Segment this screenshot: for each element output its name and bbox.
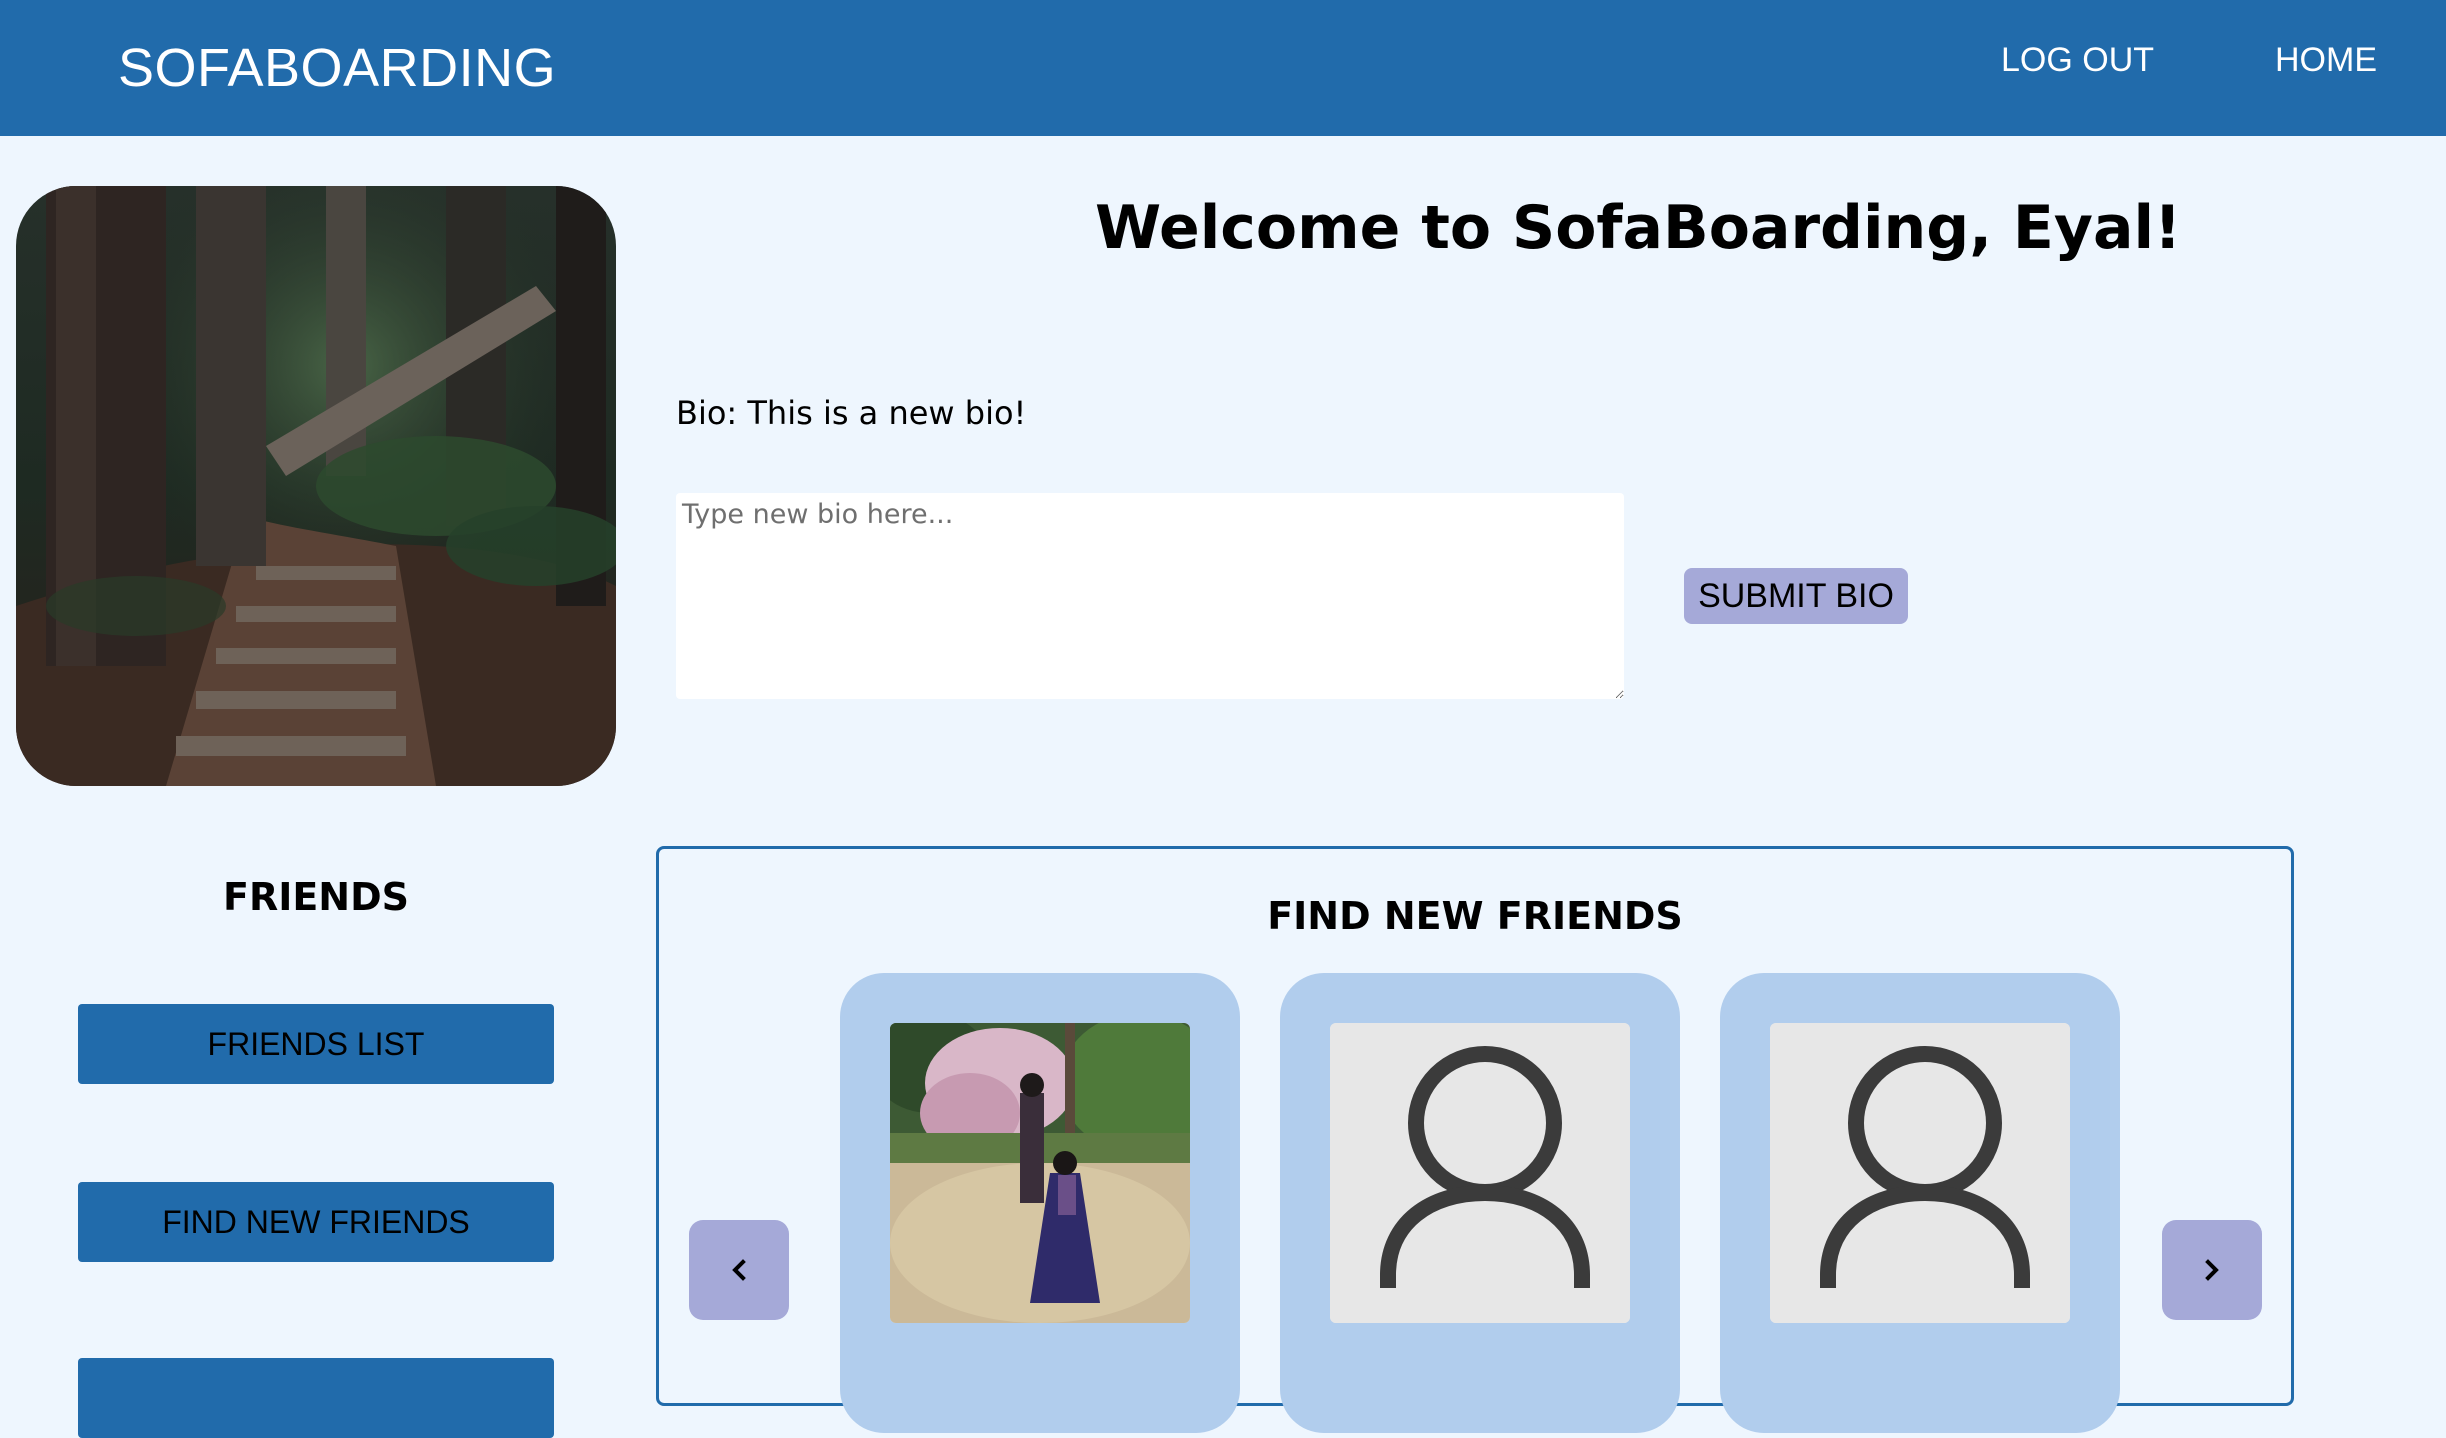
friend-card[interactable]: [1280, 973, 1680, 1433]
carousel-next-button[interactable]: [2162, 1220, 2262, 1320]
default-avatar-icon: [1770, 1023, 2070, 1323]
submit-bio-button[interactable]: SUBMIT BIO: [1684, 568, 1908, 624]
default-avatar-icon: [1330, 1023, 1630, 1323]
profile-picture[interactable]: [16, 186, 616, 786]
friends-list-button[interactable]: FRIENDS LIST: [78, 1004, 554, 1084]
find-new-friends-button[interactable]: FIND NEW FRIENDS: [78, 1182, 554, 1262]
forest-path-photo: [16, 186, 616, 786]
panel-title: FIND NEW FRIENDS: [1267, 894, 1683, 938]
friends-heading: FRIENDS: [222, 875, 410, 919]
friend-photo[interactable]: [1770, 1023, 2070, 1323]
friend-photo[interactable]: [1330, 1023, 1630, 1323]
chevron-left-icon: [732, 1259, 746, 1281]
friend-card[interactable]: [840, 973, 1240, 1433]
find-new-friends-panel: FIND NEW FRIENDS: [656, 846, 2294, 1433]
friend-photo[interactable]: [890, 1023, 1190, 1323]
sidebar-third-button[interactable]: [78, 1358, 554, 1438]
brand-logo[interactable]: SOFABOARDING: [118, 36, 556, 100]
top-navbar: SOFABOARDING LOG OUT HOME: [0, 0, 2446, 136]
bio-input[interactable]: [676, 493, 1624, 699]
friend-card[interactable]: [1720, 973, 2120, 1433]
user-photo: [890, 1023, 1190, 1323]
welcome-heading: Welcome to SofaBoarding, Eyal!: [1095, 193, 2182, 263]
home-link[interactable]: HOME: [2275, 40, 2377, 80]
bio-text: Bio: This is a new bio!: [676, 394, 1027, 432]
carousel-prev-button[interactable]: [689, 1220, 789, 1320]
chevron-right-icon: [2205, 1259, 2219, 1281]
logout-link[interactable]: LOG OUT: [2001, 40, 2154, 80]
